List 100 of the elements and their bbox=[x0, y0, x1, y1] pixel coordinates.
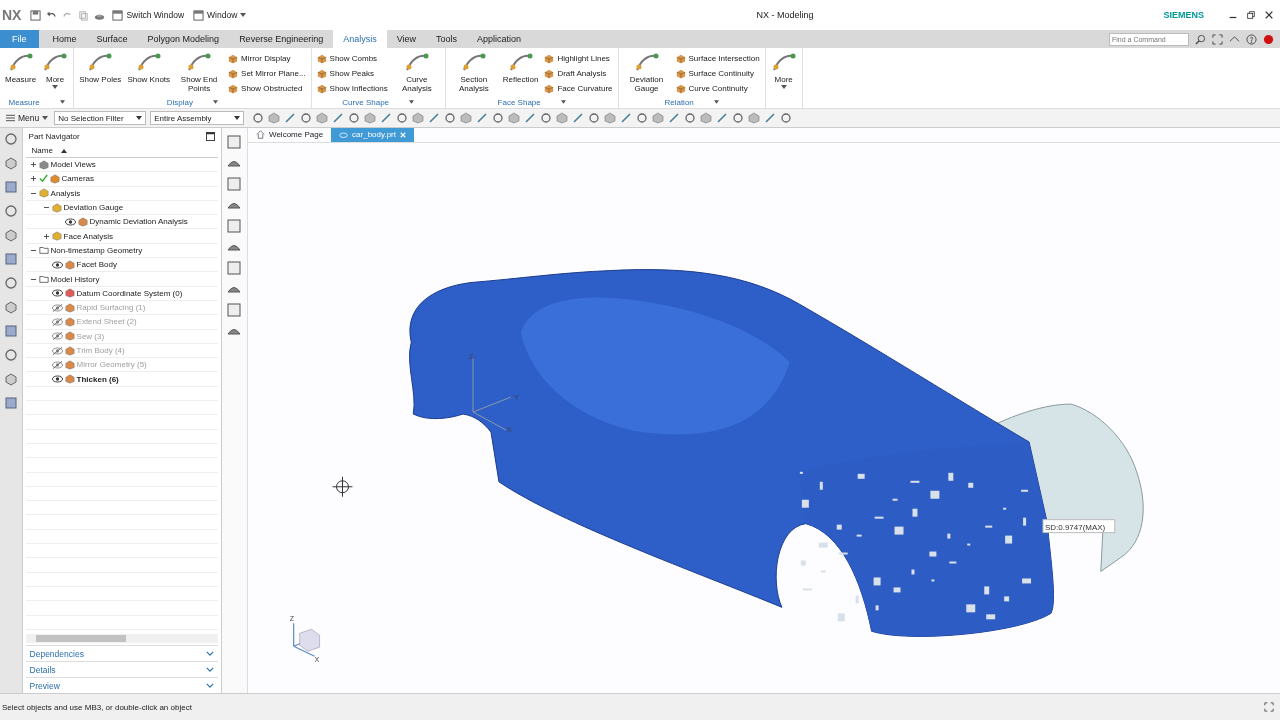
ribbon-tab[interactable]: Surface bbox=[86, 30, 138, 48]
tool-icon[interactable] bbox=[332, 112, 345, 124]
ribbon-button[interactable]: Show Combs bbox=[314, 52, 390, 65]
tool-icon[interactable] bbox=[716, 112, 729, 124]
tree-item[interactable]: Dynamic Deviation Analysis bbox=[89, 217, 188, 227]
tree-item[interactable]: Non-timestamp Geometry bbox=[50, 245, 143, 255]
tool-icon[interactable] bbox=[316, 112, 329, 124]
tool-icon[interactable] bbox=[396, 112, 409, 124]
document-tab[interactable]: Welcome Page bbox=[248, 128, 332, 142]
eye-icon[interactable] bbox=[51, 289, 63, 298]
hidden-eye-icon[interactable] bbox=[51, 332, 63, 341]
resource-bar-icon[interactable] bbox=[3, 396, 18, 410]
tree-item[interactable]: Analysis bbox=[50, 188, 81, 198]
scope-dropdown[interactable]: Entire Assembly bbox=[150, 111, 245, 125]
panel-header[interactable]: Details bbox=[25, 661, 218, 677]
window-button[interactable]: Window bbox=[191, 9, 249, 21]
tree-item[interactable]: Model History bbox=[50, 274, 100, 284]
caret-icon[interactable] bbox=[560, 100, 566, 104]
record-icon[interactable] bbox=[1263, 33, 1274, 45]
resource-bar-icon[interactable] bbox=[3, 300, 18, 314]
window-button[interactable]: Switch Window bbox=[110, 9, 187, 21]
resource-bar-icon[interactable] bbox=[3, 252, 18, 266]
expand-toggle[interactable] bbox=[29, 161, 37, 169]
tool-icon[interactable] bbox=[300, 112, 313, 124]
tool-icon[interactable] bbox=[572, 112, 585, 124]
ribbon-tab[interactable]: Home bbox=[42, 30, 87, 48]
ribbon-button[interactable]: Show End Points bbox=[174, 50, 225, 94]
eye-icon[interactable] bbox=[51, 375, 63, 384]
tree-item[interactable]: Deviation Gauge bbox=[63, 203, 124, 213]
ribbon-button[interactable]: Surface Intersection bbox=[673, 52, 762, 65]
ribbon-button[interactable]: Curve Analysis bbox=[391, 50, 442, 94]
ribbon-button[interactable]: Show Poles bbox=[77, 50, 124, 85]
resource-bar-icon[interactable] bbox=[3, 228, 18, 242]
caret-icon[interactable] bbox=[59, 100, 65, 104]
tool-icon[interactable] bbox=[732, 112, 745, 124]
ribbon-button[interactable]: Deviation Gauge bbox=[621, 50, 672, 94]
ribbon-button[interactable]: Reflection bbox=[500, 50, 541, 85]
tool-icon[interactable] bbox=[444, 112, 457, 124]
resource-bar-icon[interactable] bbox=[3, 348, 18, 362]
ribbon-button[interactable]: Show Inflections bbox=[314, 82, 390, 95]
hidden-eye-icon[interactable] bbox=[51, 360, 63, 369]
ribbon-button[interactable]: Curve Continuity bbox=[673, 82, 762, 95]
ribbon-button[interactable]: More bbox=[768, 50, 799, 89]
panel-header[interactable]: Dependencies bbox=[25, 645, 218, 661]
ribbon-tab[interactable]: Application bbox=[467, 30, 532, 48]
quick-tool-icon[interactable] bbox=[226, 176, 243, 192]
expand-toggle[interactable] bbox=[29, 175, 37, 183]
tool-icon[interactable] bbox=[268, 112, 281, 124]
tool-icon[interactable] bbox=[284, 112, 297, 124]
tool-icon[interactable] bbox=[508, 112, 521, 124]
tool-icon[interactable] bbox=[780, 112, 793, 124]
tool-icon[interactable] bbox=[348, 112, 361, 124]
ribbon-button[interactable]: Measure bbox=[3, 50, 39, 85]
column-header[interactable]: Name bbox=[25, 144, 218, 158]
restore-icon[interactable] bbox=[1246, 10, 1256, 20]
tool-icon[interactable] bbox=[620, 112, 633, 124]
ribbon-button[interactable]: More bbox=[40, 50, 71, 89]
tree-item[interactable]: Facet Body bbox=[76, 260, 117, 270]
ribbon-button[interactable]: Set Mirror Plane... bbox=[226, 67, 308, 80]
hidden-eye-icon[interactable] bbox=[51, 346, 63, 355]
quick-tool-icon[interactable] bbox=[226, 134, 243, 150]
close-icon[interactable] bbox=[1264, 10, 1274, 20]
ribbon-button[interactable]: Show Knots bbox=[125, 50, 173, 85]
tool-icon[interactable] bbox=[428, 112, 441, 124]
tool-icon[interactable] bbox=[636, 112, 649, 124]
tool-icon[interactable] bbox=[588, 112, 601, 124]
fullscreen-icon[interactable] bbox=[1212, 33, 1223, 45]
ribbon-tab[interactable]: Polygon Modeling bbox=[137, 30, 230, 48]
ribbon-button[interactable]: Mirror Display bbox=[226, 52, 308, 65]
tool-icon[interactable] bbox=[700, 112, 713, 124]
tool-icon[interactable] bbox=[460, 112, 473, 124]
tree-item[interactable]: Face Analysis bbox=[63, 231, 113, 241]
tool-icon[interactable] bbox=[668, 112, 681, 124]
fullscreen-icon[interactable] bbox=[1264, 702, 1274, 712]
tree-item[interactable]: Cameras bbox=[61, 174, 94, 184]
help-icon[interactable] bbox=[1246, 33, 1257, 45]
caret-icon[interactable] bbox=[212, 100, 218, 104]
hidden-eye-icon[interactable] bbox=[51, 317, 63, 326]
quick-tool-icon[interactable] bbox=[226, 218, 243, 234]
eye-icon[interactable] bbox=[51, 260, 63, 269]
menu-button[interactable]: Menu bbox=[4, 113, 51, 123]
ribbon-tab[interactable]: Tools bbox=[426, 30, 468, 48]
tool-icon[interactable] bbox=[764, 112, 777, 124]
save-icon[interactable] bbox=[30, 9, 42, 21]
tool-icon[interactable] bbox=[684, 112, 697, 124]
search-icon[interactable] bbox=[1195, 33, 1206, 45]
resource-bar-icon[interactable] bbox=[3, 324, 18, 338]
tool-icon[interactable] bbox=[540, 112, 553, 124]
tool-icon[interactable] bbox=[476, 112, 489, 124]
quick-tool-icon[interactable] bbox=[226, 260, 243, 276]
resource-bar-icon[interactable] bbox=[3, 372, 18, 386]
eye-icon[interactable] bbox=[64, 217, 76, 226]
ribbon-button[interactable]: Show Obstructed bbox=[226, 82, 308, 95]
tool-icon[interactable] bbox=[524, 112, 537, 124]
ribbon-tab[interactable]: View bbox=[386, 30, 427, 48]
tool-icon[interactable] bbox=[252, 112, 265, 124]
tree-item[interactable]: Thicken (6) bbox=[76, 374, 119, 384]
resource-bar-icon[interactable] bbox=[3, 156, 18, 170]
ribbon-tab[interactable]: Analysis bbox=[333, 30, 387, 48]
ribbon-button[interactable]: Show Peaks bbox=[314, 67, 390, 80]
